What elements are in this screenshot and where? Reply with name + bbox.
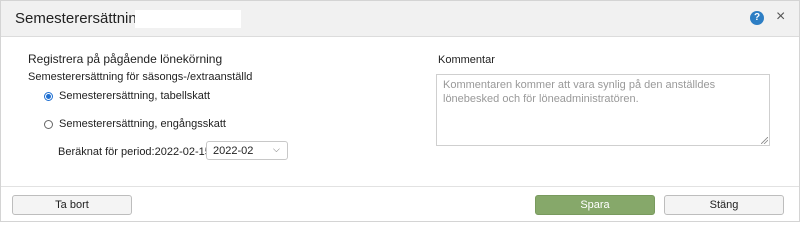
form-heading: Registrera på pågående lönekörning bbox=[28, 52, 223, 66]
dialog-footer: Ta bort Spara Stäng bbox=[1, 186, 799, 221]
dialog-titlebar: Semesterersättning - ? × bbox=[1, 1, 799, 37]
period-label: Beräknat för period:2022-02-15- bbox=[58, 146, 215, 158]
delete-button[interactable]: Ta bort bbox=[12, 195, 132, 215]
radio-option-engangsskatt[interactable]: Semesterersättning, engångsskatt bbox=[44, 118, 226, 130]
chevron-down-icon: ⌵ bbox=[273, 144, 280, 154]
radio-option-tabellskatt[interactable]: Semesterersättning, tabellskatt bbox=[44, 90, 210, 102]
radio-button-tabellskatt[interactable] bbox=[44, 91, 53, 101]
radio-label-tabellskatt: Semesterersättning, tabellskatt bbox=[59, 90, 211, 102]
radio-label-engangsskatt: Semesterersättning, engångsskatt bbox=[59, 118, 226, 130]
close-icon[interactable]: × bbox=[776, 8, 785, 26]
dialog: Semesterersättning - ? × Registrera på p… bbox=[0, 0, 800, 222]
close-button[interactable]: Stäng bbox=[664, 195, 784, 215]
comment-textarea[interactable]: Kommentaren kommer att vara synlig på de… bbox=[436, 74, 770, 146]
radio-button-engangsskatt[interactable] bbox=[44, 119, 53, 129]
save-button[interactable]: Spara bbox=[535, 195, 655, 215]
comment-label: Kommentar bbox=[438, 54, 495, 66]
dialog-title: Semesterersättning - bbox=[15, 10, 155, 27]
help-icon[interactable]: ? bbox=[750, 11, 764, 25]
resize-grip-icon[interactable] bbox=[761, 137, 768, 144]
form-subheading: Semesterersättning för säsongs-/extraans… bbox=[28, 71, 253, 83]
redacted-employee-name bbox=[135, 10, 241, 28]
